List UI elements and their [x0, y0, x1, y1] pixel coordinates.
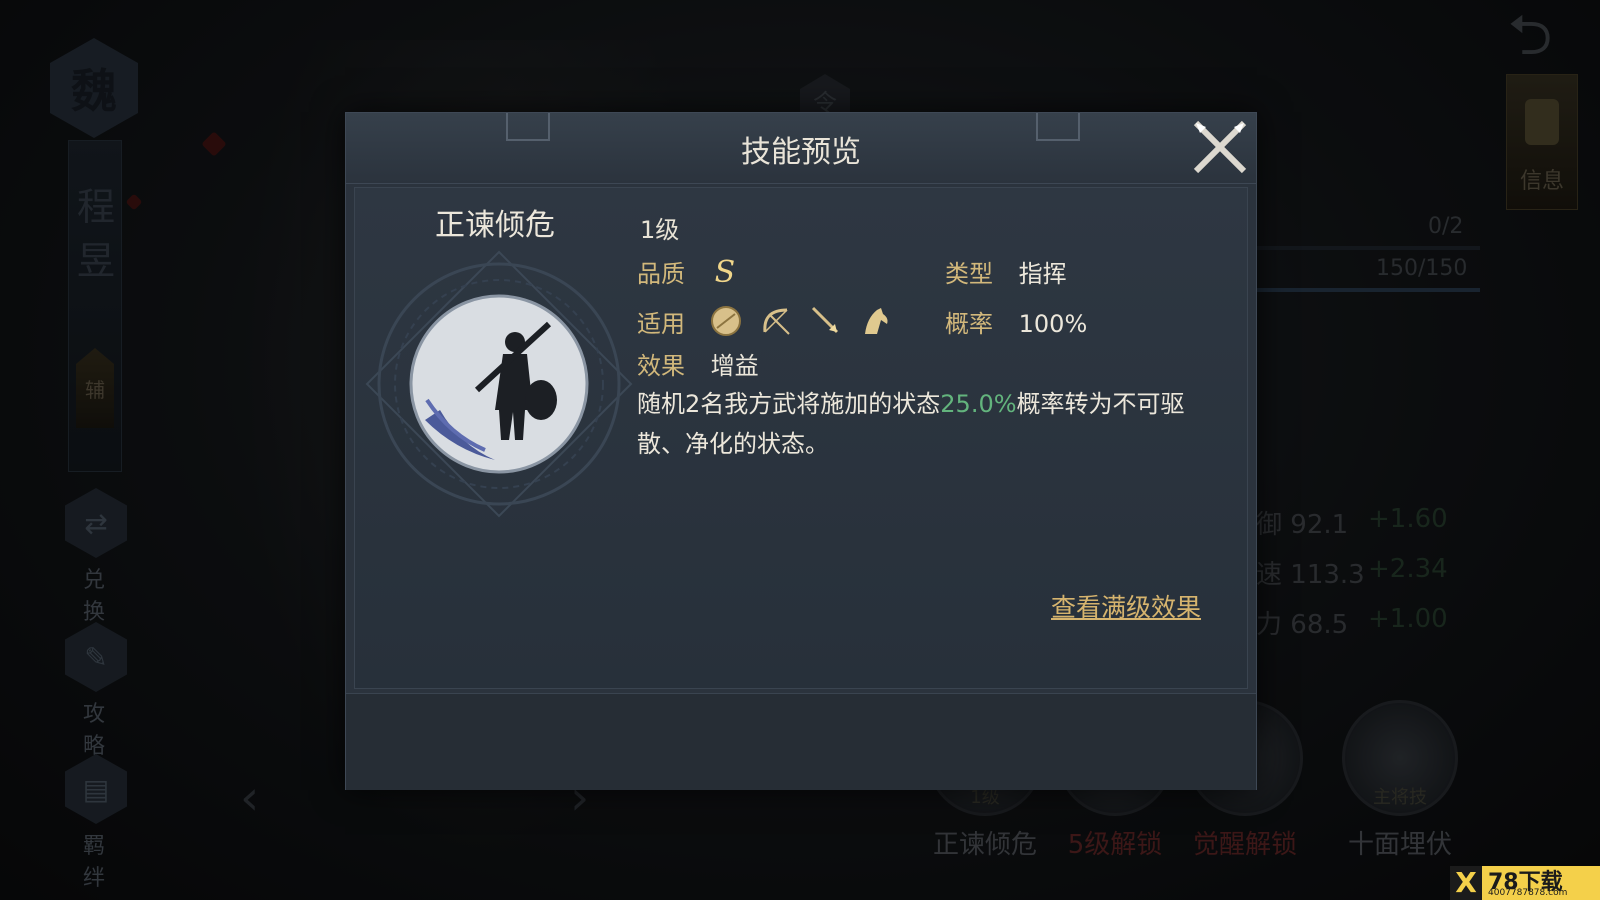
dialog-body: 正谏倾危 1级 品质 S 类型 指挥 适用 概率 100% 效果 增益 随机2名…	[354, 187, 1248, 689]
site-watermark: X 78下载 4007787878.com	[1450, 866, 1600, 900]
skill-emblem-icon	[365, 250, 633, 518]
skill-preview-dialog: 技能预览 正谏倾危 1级 品质 S 类型 指挥 适用 概率 100% 效果 增益…	[345, 112, 1257, 790]
quality-row: 品质 S	[637, 255, 736, 290]
bow-unit-icon	[763, 308, 790, 335]
close-icon	[1193, 120, 1247, 174]
skill-name: 正谏倾危	[435, 208, 555, 243]
close-button[interactable]	[1188, 115, 1252, 179]
cavalry-unit-icon	[865, 308, 888, 334]
view-max-level-link[interactable]: 查看满级效果	[1051, 588, 1201, 624]
dialog-footer	[346, 693, 1256, 790]
skill-description: 随机2名我方武将施加的状态25.0%概率转为不可驱散、净化的状态。	[637, 390, 1185, 458]
spear-unit-icon	[811, 306, 839, 334]
effect-row: 效果 增益	[637, 352, 759, 380]
apply-row: 适用	[637, 310, 685, 338]
dialog-header: 技能预览	[346, 113, 1256, 184]
highlight-percentage: 25.0%	[940, 390, 1017, 418]
quality-value: S	[714, 255, 736, 290]
watermark-logo-icon: X	[1450, 866, 1482, 900]
shield-unit-icon	[711, 306, 741, 336]
chance-row: 概率 100%	[945, 310, 1088, 338]
dialog-title: 技能预览	[741, 135, 861, 170]
skill-level: 1级	[640, 216, 680, 244]
type-row: 类型 指挥	[945, 260, 1067, 288]
